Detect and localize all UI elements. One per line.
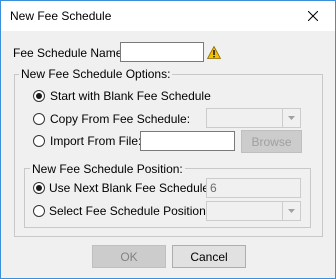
- use-next-blank-radio[interactable]: [33, 182, 45, 194]
- warning-icon: [207, 46, 221, 59]
- import-from-file-label[interactable]: Import From File:: [50, 134, 141, 148]
- chevron-down-icon: [282, 109, 300, 127]
- title-bar[interactable]: New Fee Schedule: [1, 1, 335, 31]
- fee-schedule-name-input[interactable]: [120, 42, 204, 62]
- copy-from-radio[interactable]: [33, 113, 45, 125]
- use-next-blank-label[interactable]: Use Next Blank Fee Schedule:: [49, 181, 212, 195]
- start-blank-label[interactable]: Start with Blank Fee Schedule: [50, 89, 211, 103]
- browse-button[interactable]: Browse: [241, 130, 302, 153]
- cancel-button[interactable]: Cancel: [172, 245, 246, 268]
- copy-from-combo[interactable]: [206, 108, 301, 128]
- close-button[interactable]: [291, 1, 335, 31]
- position-group-title: New Fee Schedule Position:: [30, 162, 185, 176]
- import-file-input[interactable]: [140, 131, 235, 151]
- new-fee-schedule-dialog: New Fee Schedule Fee Schedule Name: New …: [0, 0, 336, 279]
- copy-from-label[interactable]: Copy From Fee Schedule:: [50, 112, 190, 126]
- close-icon: [308, 11, 318, 21]
- window-title: New Fee Schedule: [10, 9, 112, 23]
- position-combo[interactable]: [206, 201, 301, 221]
- radio-selected-dot: [36, 185, 42, 191]
- options-group-title: New Fee Schedule Options:: [19, 67, 173, 81]
- next-blank-position-field[interactable]: [206, 178, 301, 198]
- ok-button[interactable]: OK: [92, 245, 166, 268]
- import-from-file-radio[interactable]: [33, 135, 45, 147]
- start-blank-radio[interactable]: [33, 90, 45, 102]
- radio-selected-dot: [36, 93, 42, 99]
- select-position-label[interactable]: Select Fee Schedule Position:: [49, 204, 209, 218]
- select-position-radio[interactable]: [33, 205, 45, 217]
- chevron-down-icon: [282, 202, 300, 220]
- fee-schedule-name-label: Fee Schedule Name:: [13, 46, 126, 60]
